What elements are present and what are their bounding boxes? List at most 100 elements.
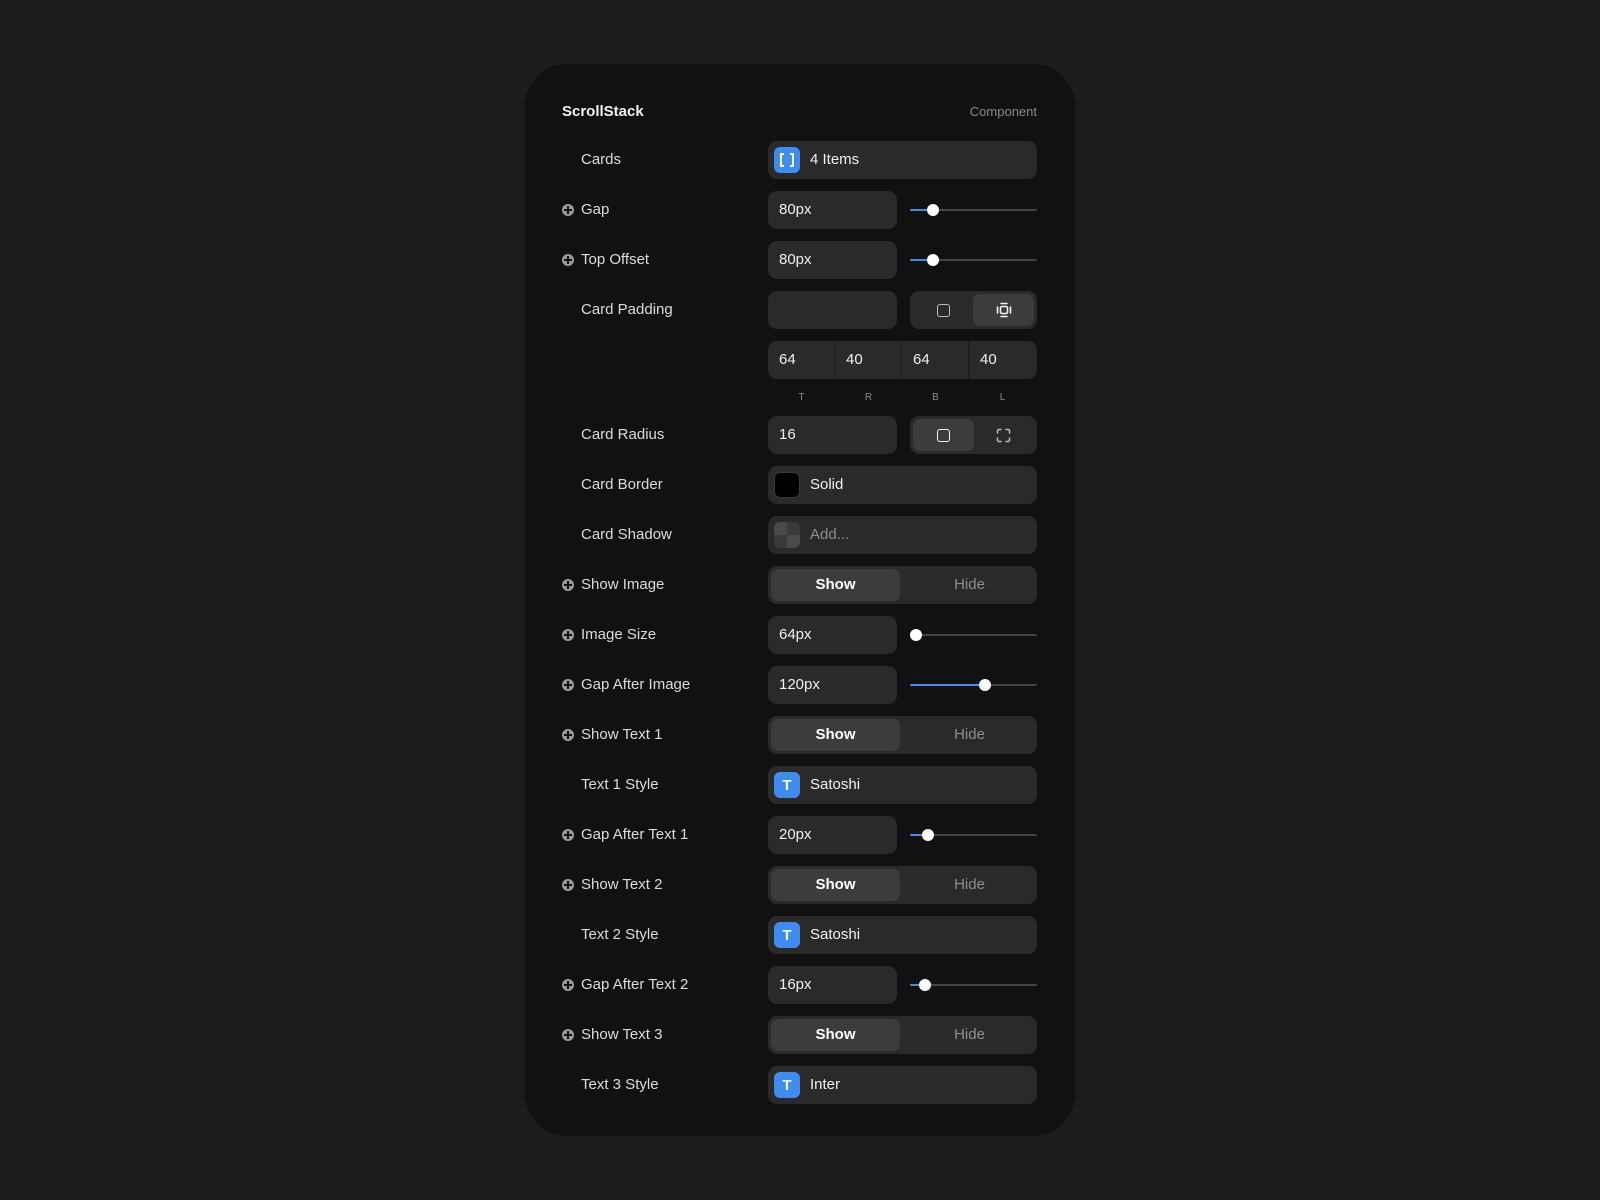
gap-input[interactable]: 80px	[768, 191, 897, 229]
show-text2-hide-option[interactable]: Hide	[905, 869, 1034, 901]
slider-thumb[interactable]	[921, 829, 934, 841]
show-image-row: Show Image Show Hide	[525, 566, 1075, 604]
gap-after-image-value: 120px	[779, 676, 820, 693]
card-radius-input[interactable]: 16	[768, 416, 897, 454]
gap-slider[interactable]	[910, 191, 1037, 229]
radius-mode-toggle	[910, 416, 1037, 454]
text1-style-control[interactable]: T Satoshi	[768, 766, 1037, 804]
cards-label: Cards	[581, 151, 622, 168]
gap-row: Gap 80px	[525, 191, 1075, 229]
slider-track	[910, 634, 1037, 636]
image-size-row: Image Size 64px	[525, 616, 1075, 654]
show-image-show-option[interactable]: Show	[771, 569, 900, 601]
slider-thumb[interactable]	[910, 629, 923, 641]
add-variable-icon[interactable]	[562, 629, 574, 641]
cards-array-control[interactable]: 4 Items	[768, 141, 1037, 179]
card-border-style: Solid	[810, 476, 844, 493]
card-padding-input[interactable]	[768, 291, 897, 329]
add-variable-icon[interactable]	[562, 729, 574, 741]
padding-bottom-label: B	[932, 392, 939, 403]
top-offset-input[interactable]: 80px	[768, 241, 897, 279]
text1-font-name: Satoshi	[810, 776, 861, 793]
slider-thumb[interactable]	[978, 679, 991, 691]
card-shadow-row: Card Shadow Add...	[525, 516, 1075, 554]
gap-after-image-input[interactable]: 120px	[768, 666, 897, 704]
gap-after-text1-input[interactable]: 20px	[768, 816, 897, 854]
show-text1-hide-option[interactable]: Hide	[905, 719, 1034, 751]
slider-thumb[interactable]	[926, 254, 939, 266]
show-text2-row: Show Text 2 Show Hide	[525, 866, 1075, 904]
text3-style-row: Text 3 Style T Inter	[525, 1066, 1075, 1104]
show-text3-row: Show Text 3 Show Hide	[525, 1016, 1075, 1054]
gap-after-text2-input[interactable]: 16px	[768, 966, 897, 1004]
corners-icon	[996, 428, 1011, 442]
image-size-input[interactable]: 64px	[768, 616, 897, 654]
gap-after-image-slider[interactable]	[910, 666, 1037, 704]
text3-style-label: Text 3 Style	[581, 1076, 659, 1093]
add-variable-icon[interactable]	[562, 579, 574, 591]
add-variable-icon[interactable]	[562, 679, 574, 691]
gap-after-text1-row: Gap After Text 1 20px	[525, 816, 1075, 854]
add-variable-icon[interactable]	[562, 1029, 574, 1041]
gap-label: Gap	[581, 201, 610, 218]
gap-after-image-row: Gap After Image 120px	[525, 666, 1075, 704]
border-color-swatch[interactable]	[774, 472, 800, 498]
add-variable-icon[interactable]	[562, 829, 574, 841]
text2-style-row: Text 2 Style T Satoshi	[525, 916, 1075, 954]
top-offset-row: Top Offset 80px	[525, 241, 1075, 279]
add-variable-icon[interactable]	[562, 204, 574, 216]
text2-style-control[interactable]: T Satoshi	[768, 916, 1037, 954]
show-text2-show-option[interactable]: Show	[771, 869, 900, 901]
padding-left-input[interactable]: 40	[969, 341, 1036, 379]
top-offset-slider[interactable]	[910, 241, 1037, 279]
padding-sides-group: 64 40 64 40	[768, 341, 1037, 379]
show-image-label: Show Image	[581, 576, 665, 593]
card-border-row: Card Border Solid	[525, 466, 1075, 504]
gap-after-text1-label: Gap After Text 1	[581, 826, 689, 843]
radius-uniform-button[interactable]	[913, 419, 974, 451]
padding-right-label: R	[864, 392, 873, 403]
card-padding-label: Card Padding	[581, 301, 673, 318]
show-text1-show-option[interactable]: Show	[771, 719, 900, 751]
show-text3-toggle: Show Hide	[768, 1016, 1037, 1054]
add-variable-icon[interactable]	[562, 254, 574, 266]
padding-right-input[interactable]: 40	[835, 341, 902, 379]
padding-top-input[interactable]: 64	[768, 341, 835, 379]
gap-after-text2-slider[interactable]	[910, 966, 1037, 1004]
padding-sides-icon	[996, 302, 1011, 318]
square-icon	[937, 303, 950, 317]
padding-bottom-input[interactable]: 64	[902, 341, 969, 379]
card-border-label: Card Border	[581, 476, 663, 493]
show-image-hide-option[interactable]: Hide	[905, 569, 1034, 601]
show-text3-show-option[interactable]: Show	[771, 1019, 900, 1051]
text2-font-name: Satoshi	[810, 926, 861, 943]
show-text3-label: Show Text 3	[581, 1026, 663, 1043]
brackets-icon	[774, 147, 800, 173]
component-title: ScrollStack	[562, 102, 644, 120]
add-variable-icon[interactable]	[562, 879, 574, 891]
square-icon	[937, 428, 950, 442]
card-border-control[interactable]: Solid	[768, 466, 1037, 504]
shadow-swatch-icon	[774, 522, 800, 548]
padding-mode-toggle	[910, 291, 1037, 329]
image-size-slider[interactable]	[910, 616, 1037, 654]
padding-uniform-button[interactable]	[913, 294, 974, 326]
card-shadow-label: Card Shadow	[581, 526, 672, 543]
add-variable-icon[interactable]	[562, 979, 574, 991]
slider-thumb[interactable]	[926, 204, 939, 216]
radius-per-corner-button[interactable]	[973, 419, 1034, 451]
card-shadow-control[interactable]: Add...	[768, 516, 1037, 554]
card-radius-label: Card Radius	[581, 426, 665, 443]
gap-after-text1-value: 20px	[779, 826, 812, 843]
slider-thumb[interactable]	[919, 979, 932, 991]
padding-left-label: L	[999, 392, 1006, 403]
panel-header: ScrollStack Component	[562, 100, 1037, 122]
text3-style-control[interactable]: T Inter	[768, 1066, 1037, 1104]
text1-style-row: Text 1 Style T Satoshi	[525, 766, 1075, 804]
show-text1-row: Show Text 1 Show Hide	[525, 716, 1075, 754]
show-text3-hide-option[interactable]: Hide	[905, 1019, 1034, 1051]
gap-after-text1-slider[interactable]	[910, 816, 1037, 854]
card-radius-row: Card Radius 16	[525, 416, 1075, 454]
padding-per-side-button[interactable]	[973, 294, 1034, 326]
card-padding-row: Card Padding	[525, 291, 1075, 329]
